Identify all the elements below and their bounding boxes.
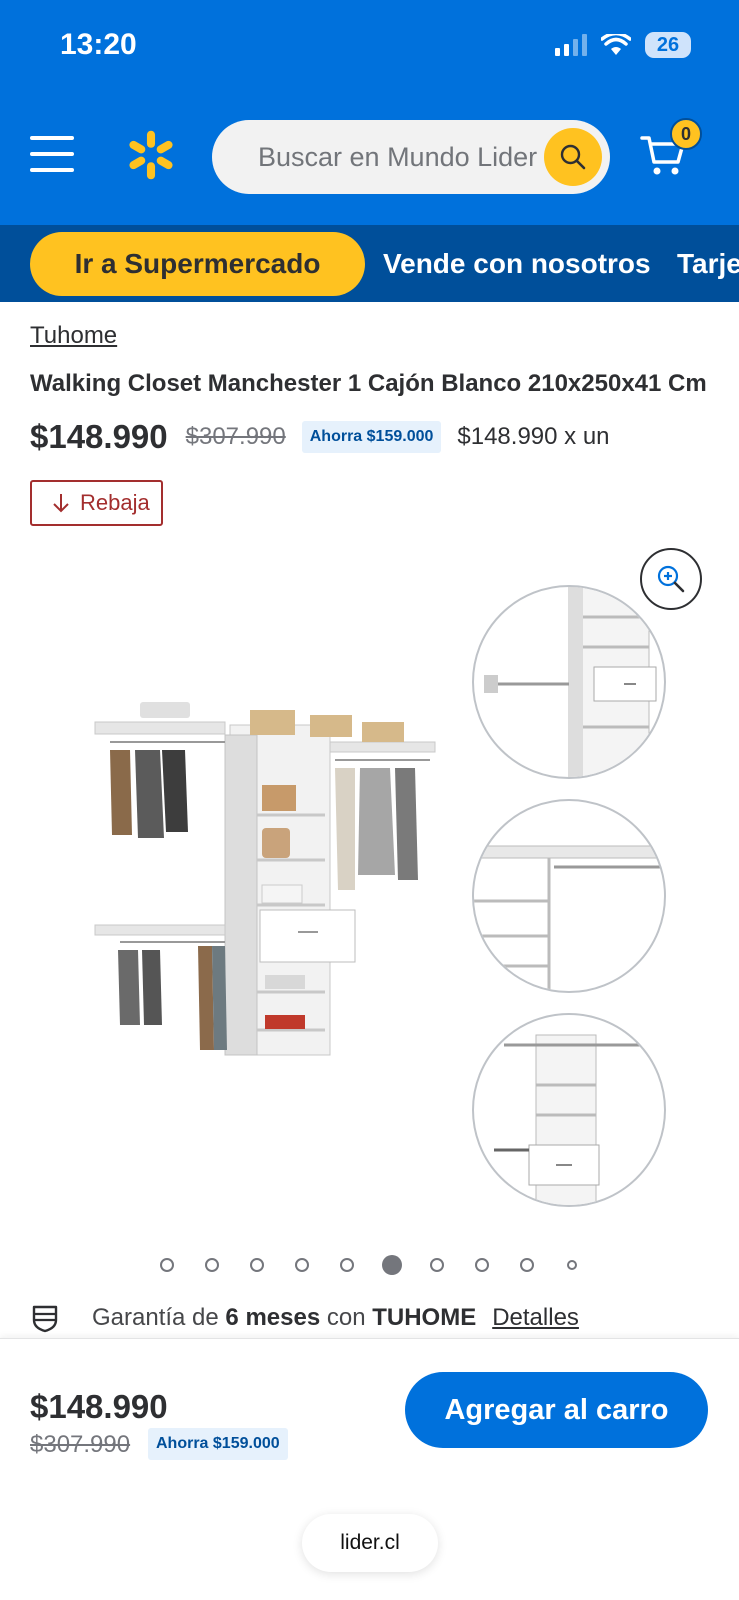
bottom-savings-badge: Ahorra $159.000 [148, 1428, 288, 1460]
page-dot[interactable] [550, 1255, 595, 1275]
page-dot[interactable] [505, 1255, 550, 1275]
supermarket-button[interactable]: Ir a Supermercado [30, 232, 365, 296]
warranty-middle: con [320, 1304, 373, 1331]
product-title: Walking Closet Manchester 1 Cajón Blanco… [30, 370, 707, 397]
search-bar[interactable] [212, 120, 610, 194]
arrow-down-icon [53, 494, 69, 513]
warranty-details-link[interactable]: Detalles [492, 1304, 579, 1332]
category-nav: Ir a Supermercado Vende con nosotros Tar… [0, 225, 739, 302]
search-input[interactable] [258, 120, 538, 194]
product-image[interactable] [90, 700, 450, 1080]
menu-icon[interactable] [30, 136, 74, 172]
current-price: $148.990 [30, 418, 168, 455]
cart-count-badge: 0 [670, 118, 702, 150]
wifi-icon [601, 34, 631, 55]
page-dot[interactable] [415, 1255, 460, 1275]
status-icons: 26 [555, 32, 691, 58]
detail-image-1[interactable] [472, 585, 666, 779]
gallery-pagination [0, 1255, 739, 1275]
walmart-spark-logo[interactable] [124, 126, 178, 184]
bottom-original-price: $307.990 [30, 1431, 131, 1458]
status-time: 13:20 [60, 28, 137, 61]
shield-icon [32, 1305, 58, 1333]
sale-tag-label: Rebaja [80, 490, 150, 515]
brand-link[interactable]: Tuhome [30, 322, 117, 350]
warranty-row: Garantía de 6 meses con TUHOME Detalles [30, 1298, 579, 1338]
bottom-price: $148.990 [30, 1388, 168, 1425]
warranty-prefix: Garantía de [92, 1304, 226, 1331]
page-dot[interactable] [460, 1255, 505, 1275]
nav-link-sell[interactable]: Vende con nosotros [383, 225, 651, 302]
original-price: $307.990 [185, 423, 286, 450]
warranty-duration: 6 meses [225, 1304, 321, 1331]
page-dot[interactable] [145, 1255, 190, 1275]
closet-detail-shelves [474, 845, 664, 991]
detail-image-3[interactable] [472, 1013, 666, 1207]
battery-icon: 26 [645, 32, 691, 58]
closet-detail-tower [484, 587, 657, 777]
zoom-in-icon [657, 565, 685, 593]
warranty-brand: TUHOME [372, 1304, 477, 1331]
price-row: $148.990 $307.990 Ahorra $159.000 $148.9… [30, 418, 610, 456]
add-to-cart-button[interactable]: Agregar al carro [405, 1372, 708, 1448]
app-header: 13:20 26 Buscar en Mundo Lider 0 [0, 0, 739, 225]
unit-price: $148.990 x un [457, 423, 610, 450]
signal-icon [555, 34, 587, 56]
search-icon [560, 144, 586, 170]
sale-tag: Rebaja [30, 480, 163, 526]
page-dot[interactable] [280, 1255, 325, 1275]
zoom-button[interactable] [640, 548, 702, 610]
savings-badge: Ahorra $159.000 [301, 421, 442, 453]
nav-link-cards[interactable]: Tarje [677, 225, 739, 302]
page-dot-active[interactable] [370, 1255, 415, 1275]
page-dot[interactable] [190, 1255, 235, 1275]
closet-detail-drawer [494, 1034, 664, 1205]
search-button[interactable] [544, 128, 602, 186]
page-dot[interactable] [235, 1255, 280, 1275]
detail-image-2[interactable] [472, 799, 666, 993]
browser-url-bar[interactable]: lider.cl [302, 1514, 438, 1572]
page-dot[interactable] [325, 1255, 370, 1275]
